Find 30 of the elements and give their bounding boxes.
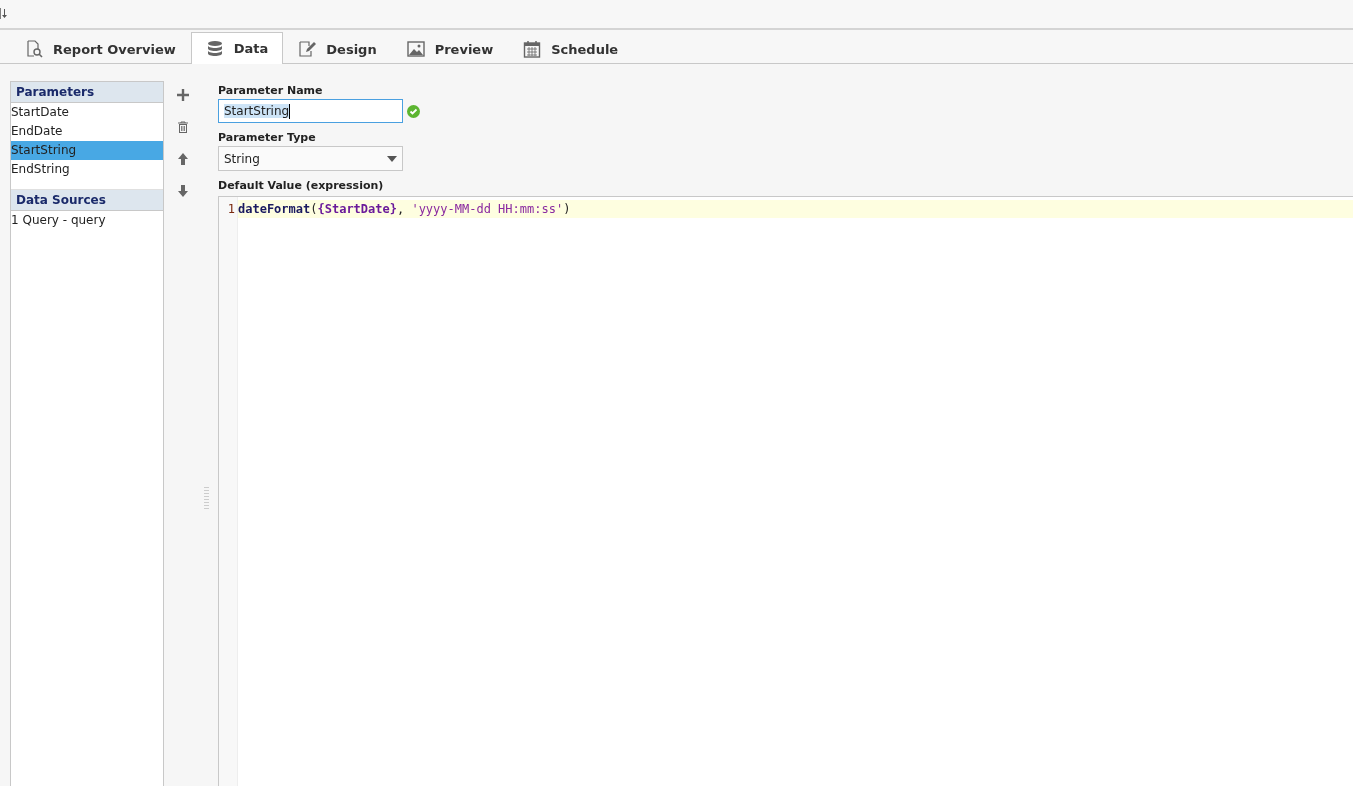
- list-item[interactable]: StartString: [11, 141, 163, 160]
- list-item[interactable]: 1 Query - query: [11, 211, 163, 230]
- document-search-icon: [25, 40, 43, 58]
- line-number: 1: [226, 201, 236, 218]
- input-field[interactable]: StartString: [218, 99, 403, 123]
- tab[interactable]: Preview: [391, 33, 509, 64]
- tab[interactable]: Report Overview: [10, 33, 191, 64]
- database-icon: [205, 39, 224, 58]
- calendar-icon: [523, 40, 542, 58]
- trash-icon[interactable]: [177, 121, 189, 133]
- arrow-down-icon[interactable]: [177, 185, 189, 197]
- caret-icon: [387, 155, 397, 162]
- code-editor[interactable]: 1 dateFormat({StartDate}, 'yyyy-MM-dd HH:mm:ss'): [218, 196, 1353, 786]
- tab[interactable]: Data: [190, 32, 284, 64]
- field-label: Parameter Type: [218, 130, 317, 146]
- tab[interactable]: Schedule: [508, 33, 634, 64]
- image-icon: [406, 40, 425, 58]
- list-header: Data Sources: [11, 189, 163, 211]
- tab[interactable]: Design: [283, 33, 392, 64]
- field-label: Parameter Name: [218, 83, 324, 99]
- list-header: Parameters: [11, 82, 163, 103]
- list-item[interactable]: EndDate: [11, 122, 163, 141]
- field-label: Default Value (expression): [218, 178, 385, 194]
- add-icon[interactable]: [177, 89, 189, 101]
- list-item[interactable]: EndString: [11, 160, 163, 179]
- arrow-up-icon[interactable]: [177, 153, 189, 165]
- pencil-document-icon: [298, 40, 317, 58]
- type-dropdown[interactable]: String: [218, 146, 403, 171]
- split-icon: [0, 8, 7, 19]
- list-item[interactable]: StartDate: [11, 103, 163, 122]
